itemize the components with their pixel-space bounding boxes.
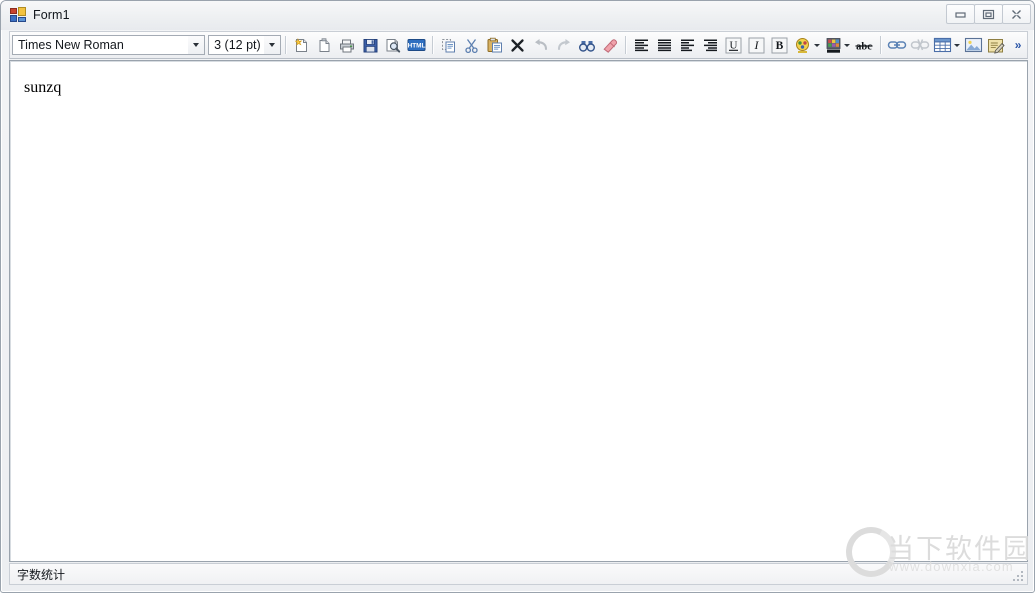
status-bar: 字数统计: [9, 563, 1028, 585]
remove-link-button[interactable]: [909, 34, 930, 56]
insert-table-button[interactable]: [932, 34, 953, 56]
align-right-button[interactable]: [700, 34, 721, 56]
new-document-button[interactable]: [291, 34, 312, 56]
insert-image-button[interactable]: [963, 34, 984, 56]
title-bar[interactable]: Form1: [1, 1, 1034, 30]
window-controls: [946, 4, 1031, 24]
window-title: Form1: [33, 7, 70, 22]
toolbar-separator: [880, 36, 882, 54]
underline-button[interactable]: U: [723, 34, 744, 56]
html-source-button[interactable]: HTML: [406, 34, 427, 56]
delete-button[interactable]: [507, 34, 528, 56]
toolbar-separator: [625, 36, 627, 54]
chevron-down-icon[interactable]: [188, 36, 205, 54]
bold-button[interactable]: B: [769, 34, 790, 56]
highlight-color-button[interactable]: [823, 34, 844, 56]
word-count-label[interactable]: 字数统计: [10, 566, 65, 583]
strikethrough-button[interactable]: abc: [853, 34, 875, 56]
save-button[interactable]: [360, 34, 381, 56]
align-center-button[interactable]: [677, 34, 698, 56]
cut-button[interactable]: [461, 34, 482, 56]
close-button[interactable]: [1002, 4, 1031, 24]
application-window: Form1 Times New Roman 3 (12 pt) HTML U I…: [0, 0, 1035, 593]
align-justify-button[interactable]: [654, 34, 675, 56]
resize-grip-icon[interactable]: [1012, 570, 1025, 583]
svg-text:B: B: [776, 40, 784, 52]
font-color-button[interactable]: [792, 34, 813, 56]
find-button[interactable]: [576, 34, 597, 56]
font-size-combobox[interactable]: 3 (12 pt): [208, 35, 281, 55]
redo-button[interactable]: [553, 34, 574, 56]
toolbar-separator: [284, 36, 286, 54]
edit-signature-button[interactable]: [986, 34, 1007, 56]
minimize-button[interactable]: [946, 4, 975, 24]
title-bar-left: Form1: [10, 7, 70, 22]
rich-text-editor[interactable]: sunzq: [9, 60, 1028, 562]
copy-button[interactable]: [438, 34, 459, 56]
font-size-value: 3 (12 pt): [214, 38, 261, 52]
paste-button[interactable]: [484, 34, 505, 56]
svg-text:abc: abc: [857, 41, 873, 52]
toolbar-overflow-button[interactable]: »: [1008, 32, 1027, 58]
clear-formatting-button[interactable]: [599, 34, 620, 56]
formatting-toolbar: Times New Roman 3 (12 pt) HTML U I B abc…: [9, 31, 1028, 59]
print-button[interactable]: [337, 34, 358, 56]
form-app-icon: [10, 7, 26, 22]
chevron-down-icon[interactable]: [263, 36, 280, 54]
font-family-combobox[interactable]: Times New Roman: [12, 35, 206, 55]
toolbar-separator: [431, 36, 433, 54]
undo-button[interactable]: [530, 34, 551, 56]
font-family-value: Times New Roman: [18, 38, 124, 52]
open-document-button[interactable]: [314, 34, 335, 56]
align-left-button[interactable]: [631, 34, 652, 56]
editor-content[interactable]: sunzq: [10, 61, 1027, 561]
italic-button[interactable]: I: [746, 34, 767, 56]
insert-link-button[interactable]: [886, 34, 907, 56]
maximize-button[interactable]: [974, 4, 1003, 24]
svg-text:HTML: HTML: [408, 42, 426, 49]
print-preview-button[interactable]: [383, 34, 404, 56]
